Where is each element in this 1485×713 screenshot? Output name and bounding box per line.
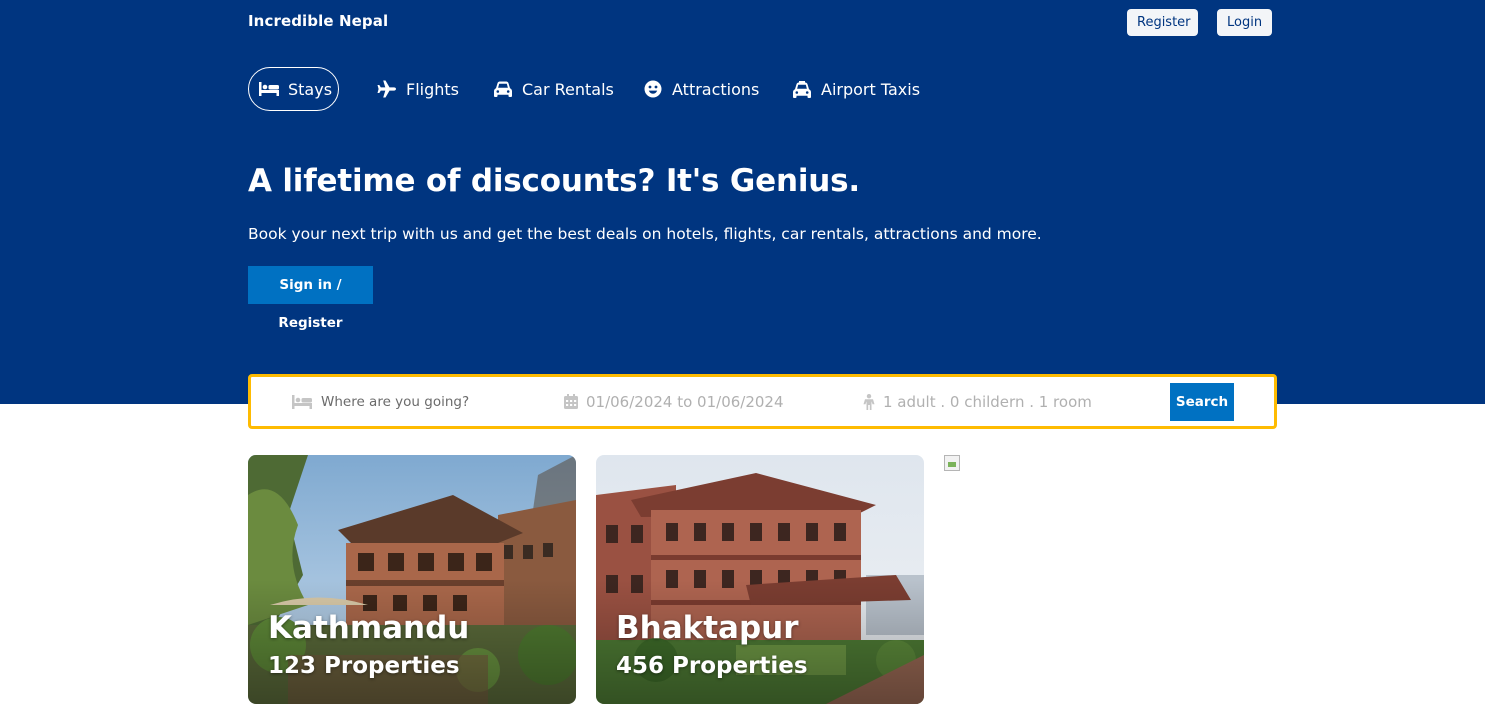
card-property-count: 123 Properties [268, 653, 460, 679]
nav-label-airport-taxis: Airport Taxis [821, 79, 921, 99]
search-bar: 01/06/2024 to 01/06/2024 1 adult . 0 chi… [248, 374, 1277, 429]
nav-label-car-rentals: Car Rentals [522, 79, 614, 99]
plane-icon [377, 79, 397, 99]
calendar-icon [564, 394, 578, 409]
broken-image-icon [944, 455, 960, 471]
register-button[interactable]: Register [1127, 9, 1198, 36]
hero-description: Book your next trip with us and get the … [248, 225, 1042, 243]
card-city-name: Kathmandu [268, 610, 470, 646]
sign-in-register-button[interactable]: Sign in / Register [248, 266, 373, 331]
card-property-count: 456 Properties [616, 653, 808, 679]
destination-field[interactable] [291, 377, 531, 426]
guests-field[interactable]: 1 adult . 0 childern . 1 room [863, 377, 1092, 426]
hero-banner: Incredible Nepal Register Login Stays Fl… [0, 0, 1485, 404]
nav-item-flights[interactable]: Flights [377, 67, 459, 111]
login-button[interactable]: Login [1217, 9, 1272, 36]
featured-card-kathmandu[interactable]: Kathmandu 123 Properties [248, 455, 576, 704]
destination-input[interactable] [321, 393, 521, 410]
nav-label-attractions: Attractions [672, 79, 760, 99]
date-range-text: 01/06/2024 to 01/06/2024 [586, 392, 784, 411]
nav-label-flights: Flights [406, 79, 459, 99]
nav-item-attractions[interactable]: Attractions [643, 67, 759, 111]
page: Incredible Nepal Register Login Stays Fl… [0, 0, 1485, 713]
nav-label-stays: Stays [288, 79, 333, 99]
smile-icon [643, 79, 663, 99]
brand-logo[interactable]: Incredible Nepal [248, 12, 388, 30]
card-city-name: Bhaktapur [616, 610, 799, 646]
bed-icon [291, 394, 313, 409]
guests-text: 1 adult . 0 childern . 1 room [883, 392, 1092, 411]
search-button[interactable]: Search [1170, 383, 1234, 421]
hero-title: A lifetime of discounts? It's Genius. [248, 163, 860, 199]
taxi-icon [792, 79, 812, 99]
nav-item-car-rentals[interactable]: Car Rentals [493, 67, 614, 111]
person-icon [863, 393, 875, 410]
featured-card-bhaktapur[interactable]: Bhaktapur 456 Properties [596, 455, 924, 704]
nav-item-airport-taxis[interactable]: Airport Taxis [792, 67, 920, 111]
nav-item-stays[interactable]: Stays [248, 67, 339, 111]
car-icon [493, 79, 513, 99]
bed-icon [259, 79, 279, 99]
date-range-field[interactable]: 01/06/2024 to 01/06/2024 [564, 377, 784, 426]
